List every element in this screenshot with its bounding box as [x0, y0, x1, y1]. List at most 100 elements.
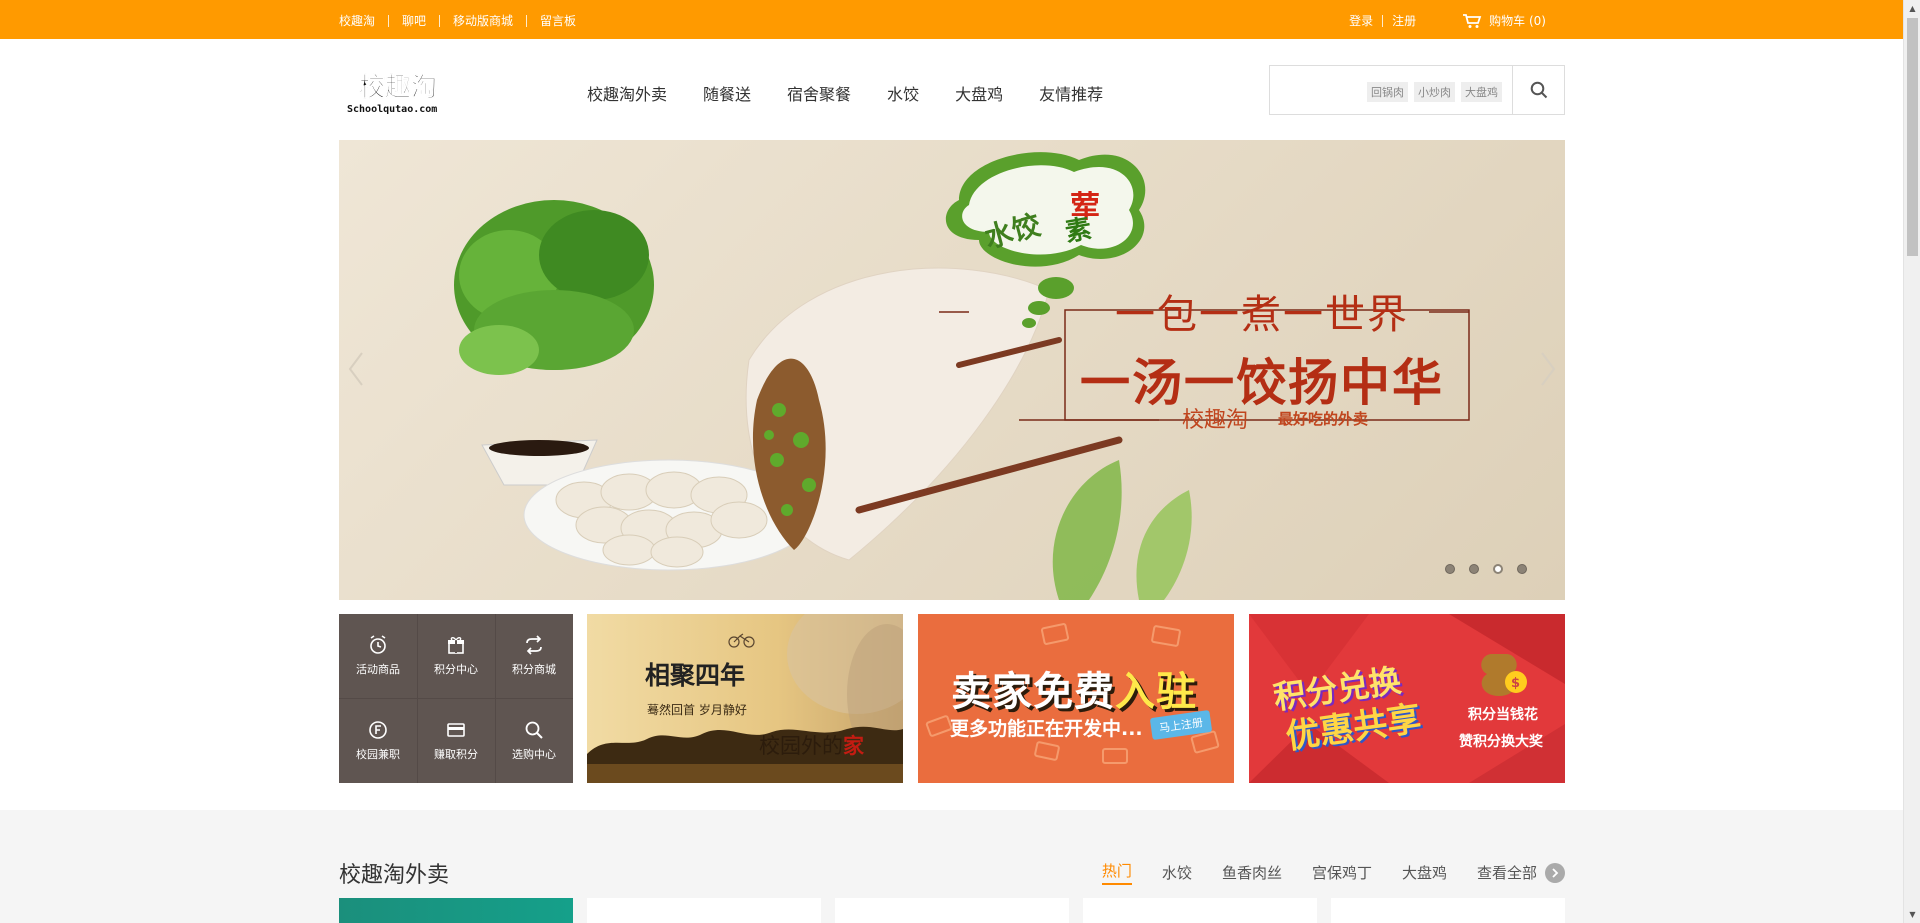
promo-title: 卖家免费入驻: [951, 659, 1197, 717]
banner-slogan: 最好吃的外卖: [1278, 410, 1369, 428]
section-tabs: 热门 水饺 鱼香肉丝 宫保鸡丁 大盘鸡 查看全部: [1072, 860, 1565, 885]
search-box[interactable]: 回锅肉 小炒肉 大盘鸡: [1269, 65, 1565, 115]
quick-item-label: 积分中心: [434, 663, 478, 676]
cart-link[interactable]: 购物车 (0): [1462, 12, 1546, 29]
gift-icon: [448, 637, 464, 654]
banner-headline-1: 一包一煮一世界: [1115, 292, 1409, 338]
search-tag[interactable]: 小炒肉: [1414, 82, 1455, 102]
nav-item-big-plate-chicken[interactable]: 大盘鸡: [955, 81, 1003, 105]
banner-dot-1[interactable]: [1445, 564, 1455, 574]
svg-text:$: $: [1511, 676, 1520, 691]
scroll-thumb[interactable]: [1907, 18, 1918, 256]
cart-label: 购物车 (0): [1489, 14, 1546, 28]
section-title: 校趣淘外卖: [339, 863, 450, 888]
search-hot-tags: 回锅肉 小炒肉 大盘鸡: [1361, 82, 1502, 102]
alarm-clock-icon: [370, 635, 386, 654]
banner-next-arrow[interactable]: [1533, 345, 1563, 393]
tab-kungpao-chicken[interactable]: 宫保鸡丁: [1312, 862, 1372, 883]
banner-pagination: [1445, 564, 1541, 574]
chevron-left-icon: [348, 352, 363, 386]
nav-item-dorm-party[interactable]: 宿舍聚餐: [787, 81, 851, 105]
search-tag[interactable]: 大盘鸡: [1461, 82, 1502, 102]
quick-item-points-mall[interactable]: 积分商城: [495, 614, 573, 698]
main-nav: 校趣淘外卖 随餐送 宿舍聚餐 水饺 大盘鸡 友情推荐: [587, 81, 1139, 105]
search-icon: [1530, 81, 1547, 99]
promo-caption-emphasis: 家: [843, 733, 864, 758]
top-link-home[interactable]: 校趣淘: [339, 12, 375, 29]
tab-view-all[interactable]: 查看全部: [1477, 862, 1537, 883]
page-scrollbar[interactable]: ▲ ▼: [1903, 0, 1920, 923]
search-button[interactable]: [1512, 66, 1564, 114]
takeout-section: 校趣淘外卖 热门 水饺 鱼香肉丝 宫保鸡丁 大盘鸡 查看全部: [0, 810, 1903, 923]
tab-hot[interactable]: 热门: [1101, 860, 1132, 885]
exchange-icon: [526, 635, 542, 655]
promo-subtitle: 更多功能正在开发中...: [950, 718, 1143, 740]
account-links: 登录 注册 购物车 (0): [1349, 12, 1565, 29]
promo-campus-home[interactable]: 相聚四年 蓦然回首 岁月静好 校园外的家: [587, 614, 903, 783]
quick-item-parttime[interactable]: 校园兼职: [339, 699, 417, 783]
quick-menu: 活动商品 积分中心 积分商城 校园兼职 赚取积分 选购中心: [339, 614, 573, 783]
tab-big-plate-chicken[interactable]: 大盘鸡: [1402, 862, 1447, 883]
quick-item-label: 赚取积分: [434, 748, 478, 761]
badge-f-icon: [369, 721, 387, 739]
banner-prev-arrow[interactable]: [341, 345, 371, 393]
scroll-down-arrow[interactable]: ▼: [1904, 906, 1920, 923]
view-all-button[interactable]: [1545, 862, 1565, 883]
banner-brand: 校趣淘: [1182, 408, 1249, 433]
chevron-right-icon: [1541, 352, 1556, 386]
top-bar: 校趣淘 聊吧 移动版商城 留言板 登录 注册 购物车 (0): [0, 0, 1903, 39]
quick-item-label: 校园兼职: [356, 748, 400, 761]
top-link-mobile[interactable]: 移动版商城: [453, 12, 513, 29]
login-link[interactable]: 登录: [1349, 12, 1373, 29]
svg-text:Schoolqutao.com: Schoolqutao.com: [347, 104, 437, 115]
product-card[interactable]: [587, 898, 821, 923]
divider: [439, 14, 441, 27]
top-link-guestbook[interactable]: 留言板: [540, 12, 576, 29]
divider: [1382, 14, 1384, 27]
nav-item-meal-delivery[interactable]: 随餐送: [703, 81, 751, 105]
promo-title-white: 卖家免费: [951, 669, 1115, 715]
nav-item-dumplings[interactable]: 水饺: [887, 81, 919, 105]
top-links: 校趣淘 聊吧 移动版商城 留言板: [339, 12, 576, 29]
logo[interactable]: 校趣淘 Schoolqutao.com: [345, 66, 460, 116]
chevron-right-icon: [1552, 867, 1559, 878]
quick-item-points-center[interactable]: 积分中心: [417, 614, 495, 698]
promo-title-yellow: 入驻: [1115, 669, 1197, 715]
product-cards: [339, 898, 1579, 923]
quick-item-shopping-center[interactable]: 选购中心: [495, 699, 573, 783]
hero-banner[interactable]: 水饺 荤 素 一包一煮一世界 一汤一饺扬中华 校趣淘 最好吃的外卖: [339, 140, 1565, 600]
svg-text:校趣淘: 校趣淘: [359, 72, 437, 103]
banner-dot-3[interactable]: [1493, 564, 1503, 574]
scroll-up-arrow[interactable]: ▲: [1904, 0, 1920, 17]
tab-dumplings[interactable]: 水饺: [1162, 862, 1192, 883]
promo-title: 相聚四年: [645, 661, 746, 690]
banner-headline-2: 一汤一饺扬中华: [1080, 353, 1444, 412]
promo-points-exchange[interactable]: $ 积分兑换 优惠共享 积分当钱花 赞积分换大奖: [1249, 614, 1565, 783]
nav-item-recommend[interactable]: 友情推荐: [1039, 81, 1103, 105]
register-link[interactable]: 注册: [1392, 12, 1416, 29]
quick-item-label: 选购中心: [512, 748, 556, 761]
product-card[interactable]: [1331, 898, 1565, 923]
quick-item-activities[interactable]: 活动商品: [339, 614, 417, 698]
quick-item-earn-points[interactable]: 赚取积分: [417, 699, 495, 783]
promo-seller-join[interactable]: 卖家免费入驻 更多功能正在开发中... 马上注册: [918, 614, 1234, 783]
header: 校趣淘 Schoolqutao.com 校趣淘外卖 随餐送 宿舍聚餐 水饺 大盘…: [339, 39, 1565, 140]
divider: [526, 14, 528, 27]
divider: [388, 14, 390, 27]
quick-item-label: 积分商城: [512, 663, 556, 676]
product-card[interactable]: [1083, 898, 1317, 923]
product-card[interactable]: [339, 898, 573, 923]
search-icon: [525, 721, 543, 739]
banner-dot-2[interactable]: [1469, 564, 1479, 574]
top-link-chat[interactable]: 聊吧: [402, 12, 426, 29]
banner-dot-4[interactable]: [1517, 564, 1527, 574]
tab-fish-flavored-pork[interactable]: 鱼香肉丝: [1222, 862, 1282, 883]
product-card[interactable]: [835, 898, 1069, 923]
promo-line-1: 积分当钱花: [1468, 707, 1538, 723]
promo-line-2: 赞积分换大奖: [1459, 734, 1543, 750]
promo-caption-text: 校园外的: [759, 734, 843, 758]
page: 校趣淘 聊吧 移动版商城 留言板 登录 注册 购物车 (0) 校趣淘 Schoo…: [0, 0, 1920, 923]
nav-item-takeout[interactable]: 校趣淘外卖: [587, 81, 667, 105]
cart-icon: [1463, 13, 1482, 28]
search-tag[interactable]: 回锅肉: [1367, 82, 1408, 102]
